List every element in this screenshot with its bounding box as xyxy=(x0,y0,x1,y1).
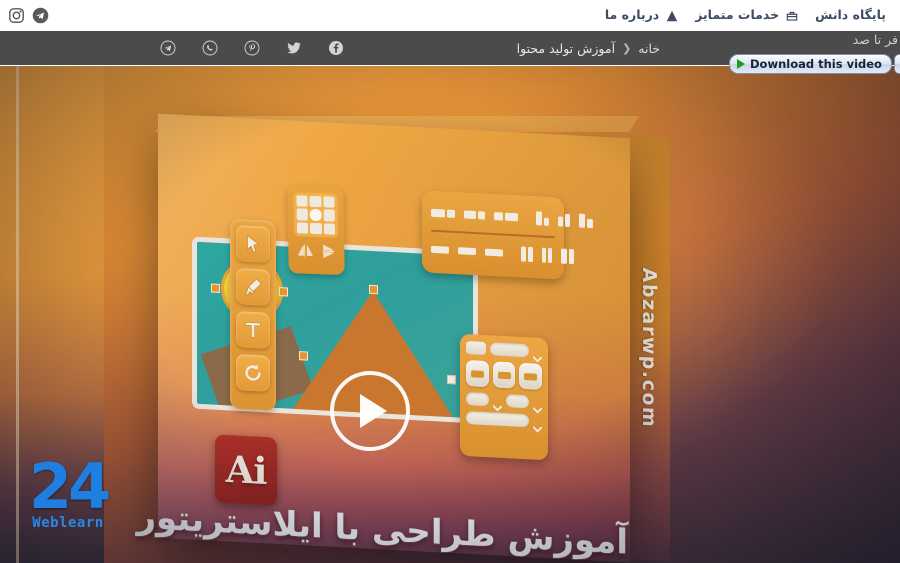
download-this-video-button[interactable]: Download this video xyxy=(729,54,892,74)
twitter-share-icon[interactable] xyxy=(286,40,302,56)
properties-row xyxy=(466,392,543,414)
facebook-share-icon[interactable] xyxy=(328,40,344,56)
property-input[interactable] xyxy=(506,394,529,409)
property-button[interactable] xyxy=(492,361,516,389)
breadcrumb: خانه ❮ آموزش تولید محتوا xyxy=(517,31,660,65)
topbar-nav-items: پایگاه دانش خدمات متمایز درباره ما xyxy=(605,0,886,31)
property-swatch[interactable] xyxy=(466,341,486,356)
download-help-button[interactable]: ? xyxy=(893,54,900,74)
breadcrumb-current[interactable]: آموزش تولید محتوا xyxy=(517,41,615,56)
chevron-down-icon[interactable] xyxy=(532,348,543,363)
property-input[interactable] xyxy=(466,411,529,428)
triangle-icon xyxy=(665,9,679,23)
nav-item-about-us[interactable]: درباره ما xyxy=(605,9,679,23)
telegram-icon[interactable] xyxy=(32,7,49,24)
play-triangle-icon xyxy=(737,59,745,69)
properties-row xyxy=(466,341,543,363)
top-navigation-bar: پایگاه دانش خدمات متمایز درباره ما xyxy=(0,0,900,31)
watermark-number: 24 xyxy=(28,449,111,523)
nav-label-premium-services: خدمات متمایز xyxy=(695,7,780,23)
play-icon xyxy=(360,394,387,428)
properties-row xyxy=(466,411,543,433)
breadcrumb-home[interactable]: خانه xyxy=(638,41,660,56)
download-button-label: Download this video xyxy=(750,57,882,71)
properties-panel xyxy=(460,333,548,461)
instagram-icon[interactable] xyxy=(8,7,25,24)
share-icons-group xyxy=(160,31,344,65)
download-video-overlay: Download this video ? X xyxy=(729,54,900,74)
chevron-down-icon[interactable] xyxy=(492,396,503,412)
properties-button-row xyxy=(466,360,543,390)
property-input[interactable] xyxy=(466,392,489,407)
nav-item-knowledge-base[interactable]: پایگاه دانش xyxy=(815,9,886,22)
property-input[interactable] xyxy=(490,342,529,358)
nav-item-premium-services[interactable]: خدمات متمایز xyxy=(695,9,799,23)
topbar-social-group xyxy=(8,0,49,31)
briefcase-icon xyxy=(785,9,799,23)
whatsapp-share-icon[interactable] xyxy=(202,40,218,56)
chevron-down-icon[interactable] xyxy=(532,418,543,433)
nav-label-knowledge-base: پایگاه دانش xyxy=(815,7,886,23)
property-button[interactable] xyxy=(466,360,489,388)
telegram-share-icon[interactable] xyxy=(160,40,176,56)
nav-label-about-us: درباره ما xyxy=(604,7,660,23)
breadcrumb-separator: ❮ xyxy=(622,41,632,55)
page-root: پایگاه دانش خدمات متمایز درباره ما فر تا… xyxy=(0,0,900,563)
watermark-logo: 24 Weblearn xyxy=(18,442,118,550)
chevron-down-icon[interactable] xyxy=(532,399,543,414)
video-play-button[interactable] xyxy=(330,371,410,451)
video-poster[interactable]: Abzarwp.com xyxy=(0,66,900,563)
clipped-banner-text: فر تا صد xyxy=(852,32,898,47)
poster-vignette xyxy=(0,66,900,563)
watermark-word: Weblearn xyxy=(32,515,104,532)
pinterest-share-icon[interactable] xyxy=(244,40,260,56)
property-button[interactable] xyxy=(519,362,543,390)
